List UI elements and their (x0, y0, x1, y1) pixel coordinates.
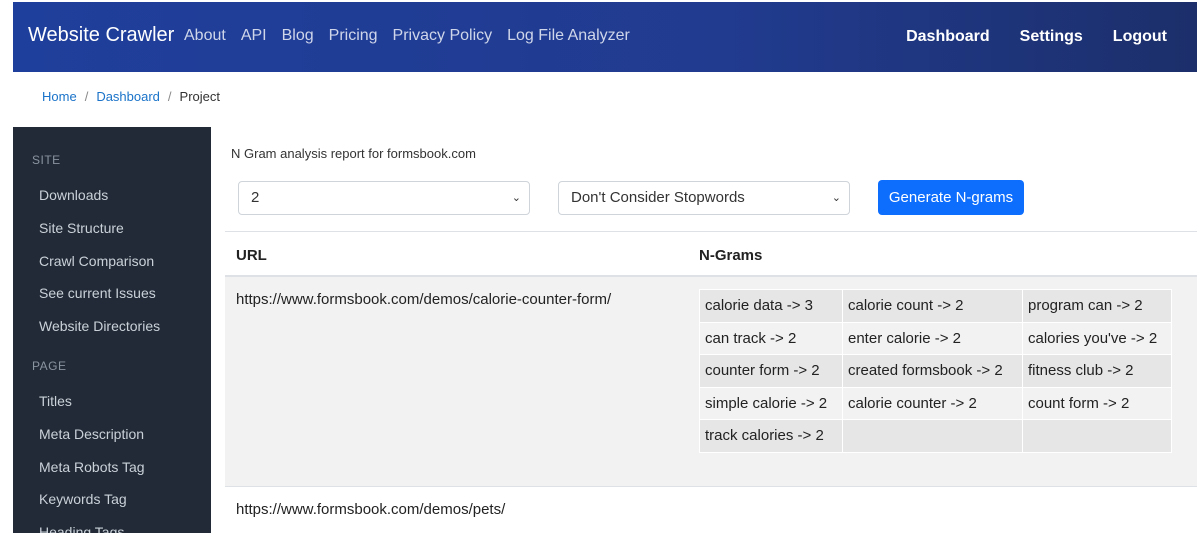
brand-logo[interactable]: Website Crawler (28, 24, 174, 47)
ngram-cell: calorie count -> 2 (842, 289, 1023, 323)
ngrams-grid: calorie data -> 3 calorie count -> 2 pro… (699, 289, 1172, 453)
results-table: URL N-Grams https://www.formsbook.com/de… (225, 231, 1197, 531)
table-row: https://www.formsbook.com/demos/pets/ (225, 487, 1197, 531)
stopwords-select[interactable]: Don't Consider Stopwords ⌄ (558, 181, 850, 215)
table-header: URL N-Grams (225, 231, 1197, 277)
ngram-cell: enter calorie -> 2 (842, 321, 1023, 355)
ngram-cell: program can -> 2 (1022, 289, 1172, 323)
nav-link-pricing[interactable]: Pricing (329, 27, 378, 45)
row-url: https://www.formsbook.com/demos/calorie-… (236, 291, 612, 308)
breadcrumb-dashboard[interactable]: Dashboard (96, 89, 160, 104)
breadcrumb-home[interactable]: Home (42, 89, 77, 104)
column-header-url: URL (236, 247, 267, 264)
sidebar-item-downloads[interactable]: Downloads (13, 179, 211, 212)
ngram-cell: created formsbook -> 2 (842, 354, 1023, 388)
sidebar-item-meta-robots-tag[interactable]: Meta Robots Tag (13, 451, 211, 484)
nav-link-api[interactable]: API (241, 27, 267, 45)
generate-ngrams-button[interactable]: Generate N-grams (878, 180, 1024, 215)
ngram-cell: calorie counter -> 2 (842, 386, 1023, 420)
breadcrumb: Home / Dashboard / Project (42, 89, 220, 104)
nav-right: Dashboard Settings Logout (876, 28, 1167, 46)
chevron-down-icon: ⌄ (511, 192, 521, 204)
main-content: N Gram analysis report for formsbook.com… (211, 127, 1197, 533)
breadcrumb-separator: / (84, 89, 89, 104)
sidebar-item-current-issues[interactable]: See current Issues (13, 277, 211, 310)
sidebar-item-heading-tags[interactable]: Heading Tags (13, 516, 211, 533)
n-size-select[interactable]: 2 ⌄ (238, 181, 530, 215)
nav-link-blog[interactable]: Blog (282, 27, 314, 45)
sidebar-item-website-directories[interactable]: Website Directories (13, 310, 211, 343)
nav-logout[interactable]: Logout (1113, 28, 1167, 46)
sidebar-item-crawl-comparison[interactable]: Crawl Comparison (13, 245, 211, 278)
nav-link-privacy-policy[interactable]: Privacy Policy (393, 27, 493, 45)
ngram-cell: calorie data -> 3 (699, 289, 843, 323)
breadcrumb-current: Project (179, 89, 221, 104)
nav-dashboard[interactable]: Dashboard (906, 28, 990, 46)
sidebar: SITE Downloads Site Structure Crawl Comp… (13, 127, 211, 533)
sidebar-item-titles[interactable]: Titles (13, 385, 211, 418)
nav-settings[interactable]: Settings (1020, 28, 1083, 46)
ngram-cell (842, 419, 1023, 453)
row-url: https://www.formsbook.com/demos/pets/ (236, 501, 506, 518)
chevron-down-icon: ⌄ (831, 192, 841, 204)
sidebar-item-site-structure[interactable]: Site Structure (13, 212, 211, 245)
top-navbar: Website Crawler About API Blog Pricing P… (13, 2, 1197, 72)
stopwords-value: Don't Consider Stopwords (571, 189, 745, 206)
nav-link-log-file-analyzer[interactable]: Log File Analyzer (507, 27, 630, 45)
ngram-cell: simple calorie -> 2 (699, 386, 843, 420)
breadcrumb-separator: / (167, 89, 172, 104)
nav-link-about[interactable]: About (184, 27, 226, 45)
ngram-cell: calories you've -> 2 (1022, 321, 1172, 355)
sidebar-heading-site: SITE (32, 153, 61, 167)
report-title: N Gram analysis report for formsbook.com (231, 146, 476, 161)
ngram-cell (1022, 419, 1172, 453)
ngram-cell: track calories -> 2 (699, 419, 843, 453)
column-header-ngrams: N-Grams (699, 247, 763, 264)
sidebar-item-meta-description[interactable]: Meta Description (13, 418, 211, 451)
ngram-cell: count form -> 2 (1022, 386, 1172, 420)
sidebar-heading-page: PAGE (32, 358, 67, 373)
sidebar-item-keywords-tag[interactable]: Keywords Tag (13, 483, 211, 516)
table-row: https://www.formsbook.com/demos/calorie-… (225, 277, 1197, 487)
ngram-cell: fitness club -> 2 (1022, 354, 1172, 388)
n-size-value: 2 (251, 189, 260, 206)
nav-links: About API Blog Pricing Privacy Policy Lo… (184, 27, 645, 45)
ngram-cell: counter form -> 2 (699, 354, 843, 388)
ngram-cell: can track -> 2 (699, 321, 843, 355)
